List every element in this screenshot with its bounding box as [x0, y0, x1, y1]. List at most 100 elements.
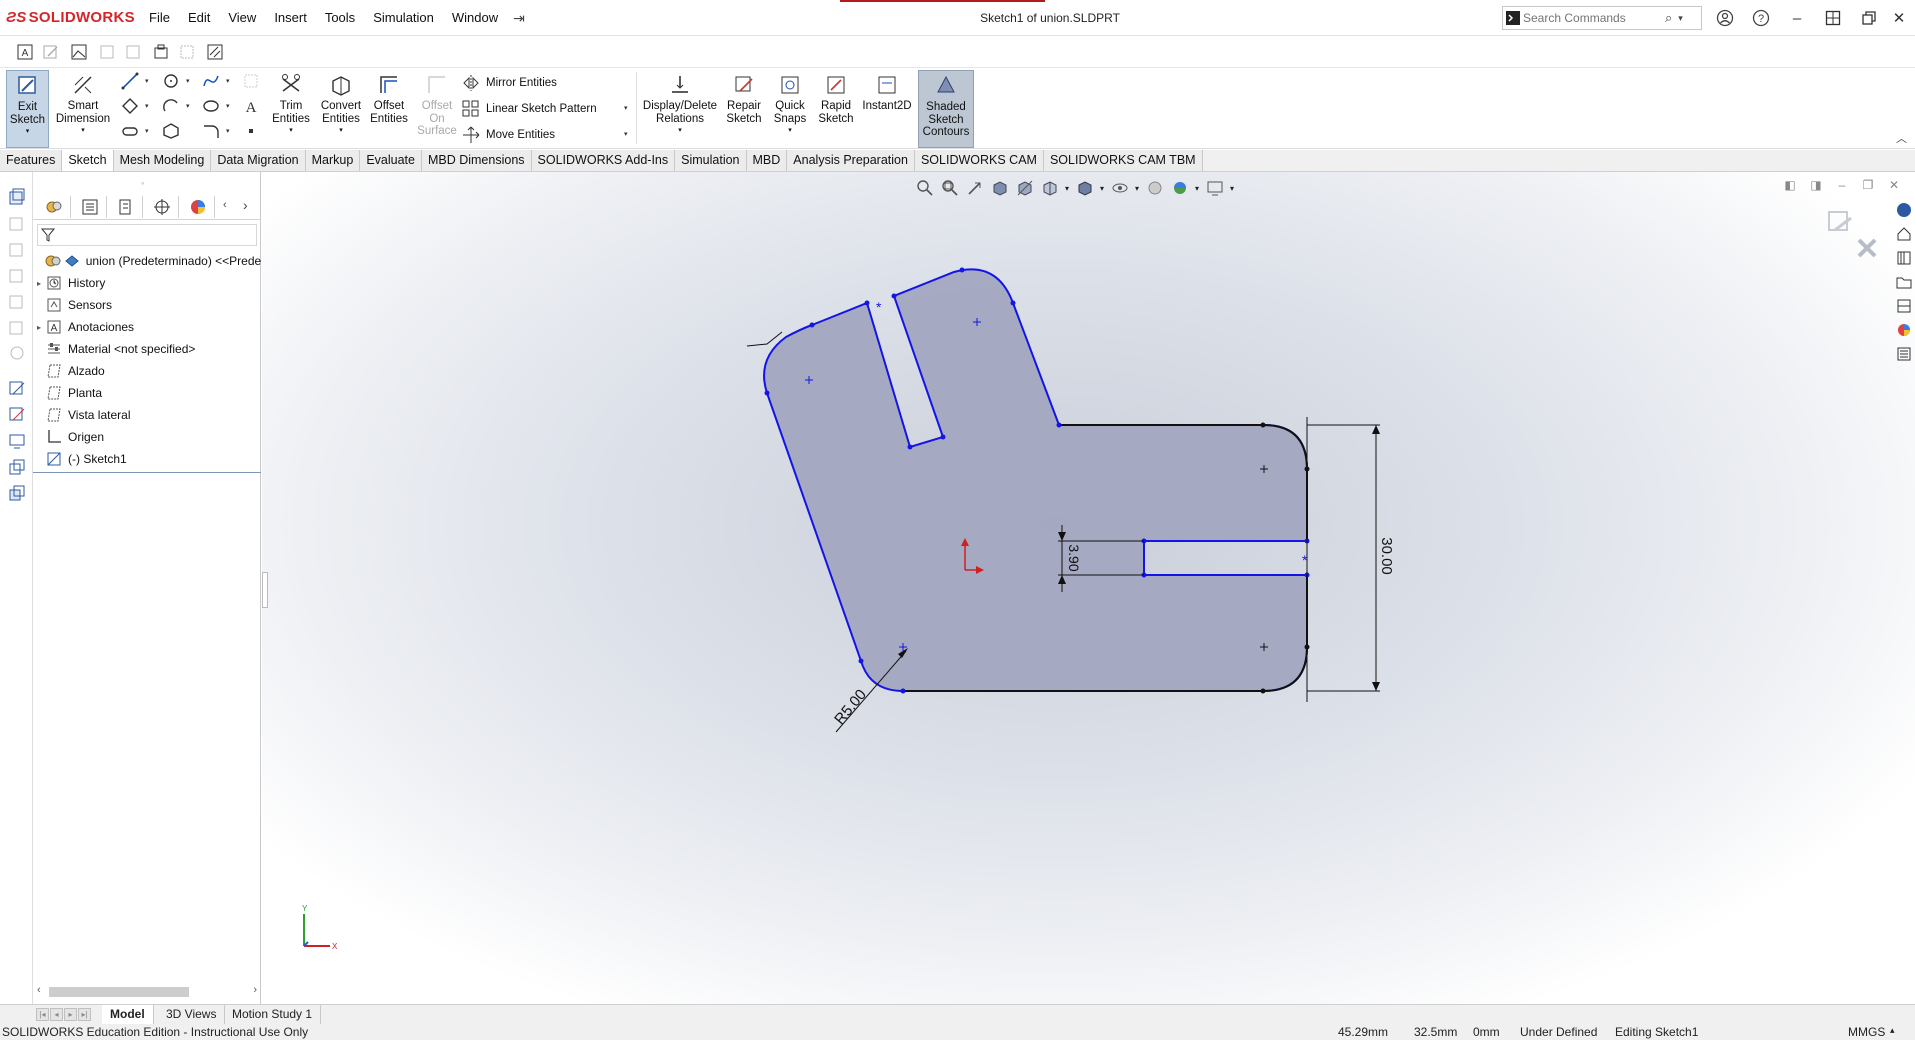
- sketch-pane-icon[interactable]: [6, 378, 28, 400]
- tree-item-front-plane[interactable]: Alzado: [33, 360, 261, 382]
- tab-mbd[interactable]: MBD: [746, 150, 788, 171]
- tab-evaluate[interactable]: Evaluate: [360, 150, 422, 171]
- feature-tree-filter[interactable]: [37, 224, 257, 246]
- dimension-radius-text[interactable]: R5.00: [831, 686, 870, 728]
- new-part-icon[interactable]: [6, 186, 28, 208]
- unit-system[interactable]: MMGS: [1848, 1025, 1885, 1039]
- tab-motion-study-1[interactable]: Motion Study 1: [224, 1005, 322, 1024]
- sketch-canvas[interactable]: * * 30.00 3.90 R5.00: [262, 172, 1915, 1010]
- tree-root-part[interactable]: union (Predeterminado) <<Prede: [33, 250, 261, 272]
- slot-dropdown-icon[interactable]: ▾: [145, 127, 149, 135]
- feature-tree-tab-icon[interactable]: [37, 196, 71, 218]
- minimize-icon[interactable]: –: [1784, 6, 1810, 30]
- line-dropdown-icon[interactable]: ▾: [145, 77, 149, 85]
- insert-part-icon[interactable]: [6, 264, 28, 286]
- expand-icon[interactable]: ▸: [33, 279, 45, 288]
- tab-mbd-dimensions[interactable]: MBD Dimensions: [421, 150, 532, 171]
- move-entities-button[interactable]: Move Entities: [462, 123, 555, 147]
- tab-solidworks-cam[interactable]: SOLIDWORKS CAM: [914, 150, 1044, 171]
- offset-on-surface-button[interactable]: Offset On Surface: [414, 70, 460, 148]
- rollback-bar[interactable]: [33, 472, 261, 473]
- tile-windows-icon[interactable]: [1820, 6, 1846, 30]
- display-delete-relations-button[interactable]: Display/Delete Relations ▾: [640, 70, 720, 148]
- fillet-dropdown-icon[interactable]: ▾: [226, 127, 230, 135]
- tab-analysis-preparation[interactable]: Analysis Preparation: [787, 150, 915, 171]
- tab-scroll-left-icon[interactable]: ‹: [223, 199, 227, 211]
- sketch-profile[interactable]: [763, 268, 1308, 692]
- polygon-icon[interactable]: [160, 120, 182, 142]
- menu-file[interactable]: File: [140, 0, 179, 36]
- user-icon[interactable]: [1712, 6, 1738, 30]
- tree-item-origin[interactable]: Origen: [33, 426, 261, 448]
- instant2d-button[interactable]: Instant2D: [860, 70, 914, 148]
- help-icon[interactable]: ?: [1748, 6, 1774, 30]
- search-dropdown-icon[interactable]: ▾: [1678, 13, 1683, 24]
- search-commands[interactable]: ⌕ ▾: [1502, 6, 1702, 30]
- display-manager-tab-icon[interactable]: [181, 196, 215, 218]
- property-manager-tab-icon[interactable]: [73, 196, 107, 218]
- shell-icon[interactable]: [6, 290, 28, 312]
- tree-item-sketch1[interactable]: (-) Sketch1: [33, 448, 261, 470]
- tab-model[interactable]: Model: [102, 1005, 154, 1024]
- scroll-thumb[interactable]: [49, 987, 189, 997]
- expand-icon[interactable]: ▸: [33, 323, 45, 332]
- quick-snaps-button[interactable]: Quick Snaps ▾: [768, 70, 812, 148]
- linear-sketch-pattern-button[interactable]: Linear Sketch Pattern: [462, 97, 597, 121]
- point-icon[interactable]: [240, 120, 262, 142]
- tab-solidworks-cam-tbm[interactable]: SOLIDWORKS CAM TBM: [1043, 150, 1203, 171]
- first-tab-icon[interactable]: |◂: [36, 1008, 49, 1021]
- scroll-right-icon[interactable]: ›: [253, 984, 257, 996]
- trim-entities-button[interactable]: Trim Entities ▾: [268, 70, 314, 148]
- menu-tools[interactable]: Tools: [316, 0, 364, 36]
- close-icon[interactable]: ✕: [1886, 6, 1912, 30]
- sketch-slot[interactable]: [1143, 540, 1307, 576]
- dimension-slot-text[interactable]: 3.90: [1066, 544, 1082, 571]
- layers-icon[interactable]: [6, 456, 28, 478]
- tab-3d-views[interactable]: 3D Views: [158, 1005, 226, 1024]
- copy-sketch-icon[interactable]: [122, 41, 144, 63]
- slot-icon[interactable]: [119, 120, 141, 142]
- graphics-area[interactable]: ▾ ▾ ▾ ▾ ▾ ◧ ◨ – ❐ ✕ * * 30.00 3.90 R5.00…: [262, 172, 1915, 1010]
- dimension-height-text[interactable]: 30.00: [1378, 537, 1395, 575]
- tree-item-history[interactable]: ▸ History: [33, 272, 261, 294]
- menu-edit[interactable]: Edit: [179, 0, 219, 36]
- panel-grip-icon[interactable]: ◦: [141, 178, 144, 188]
- tab-simulation[interactable]: Simulation: [675, 150, 747, 171]
- tab-solidworks-add-ins[interactable]: SOLIDWORKS Add-Ins: [531, 150, 676, 171]
- dimension-height[interactable]: [1306, 417, 1380, 702]
- tab-mesh-modeling[interactable]: Mesh Modeling: [113, 150, 212, 171]
- tree-item-annotations[interactable]: ▸ A Anotaciones: [33, 316, 261, 338]
- exit-sketch-button[interactable]: Exit Sketch ▾: [6, 70, 49, 148]
- tree-item-material[interactable]: Material <not specified>: [33, 338, 261, 360]
- wrap-icon[interactable]: [6, 342, 28, 364]
- circle-icon[interactable]: [160, 70, 182, 92]
- spline-dropdown-icon[interactable]: ▾: [226, 77, 230, 85]
- tab-sketch[interactable]: Sketch: [62, 150, 114, 171]
- 3d-sketch-icon[interactable]: [96, 41, 118, 63]
- spline-icon[interactable]: [200, 70, 222, 92]
- text-icon[interactable]: A: [240, 95, 262, 117]
- scroll-left-icon[interactable]: ‹: [37, 984, 41, 996]
- feature-tree-scrollbar[interactable]: ‹ ›: [33, 984, 261, 1000]
- offset-entities-button[interactable]: Offset Entities: [366, 70, 412, 148]
- next-tab-icon[interactable]: ▸: [64, 1008, 77, 1021]
- sketch-picture-icon[interactable]: [68, 41, 90, 63]
- ellipse-icon[interactable]: [200, 95, 222, 117]
- menu-insert[interactable]: Insert: [265, 0, 316, 36]
- shaded-sketch-contours-button[interactable]: Shaded Sketch Contours: [918, 70, 974, 148]
- convert-entities-button[interactable]: Convert Entities ▾: [316, 70, 366, 148]
- smart-dimension-button[interactable]: Smart Dimension ▾: [54, 70, 112, 148]
- unit-system-dropdown-icon[interactable]: ▴: [1890, 1025, 1895, 1036]
- circle-dropdown-icon[interactable]: ▾: [186, 77, 190, 85]
- rapid-sketch-button[interactable]: Rapid Sketch: [814, 70, 858, 148]
- rectangle-icon[interactable]: [119, 95, 141, 117]
- solidworks-logo[interactable]: ƧS SOLIDWORKS: [6, 9, 135, 26]
- arc-dropdown-icon[interactable]: ▾: [186, 102, 190, 110]
- restore-icon[interactable]: [1856, 6, 1882, 30]
- block-icon[interactable]: [150, 41, 172, 63]
- move-dropdown-icon[interactable]: ▾: [624, 130, 628, 138]
- fillet-icon[interactable]: [200, 120, 222, 142]
- configurations-icon[interactable]: [6, 482, 28, 504]
- repair-sketch-button[interactable]: Repair Sketch: [722, 70, 766, 148]
- tab-scroll-right-icon[interactable]: ›: [243, 197, 248, 213]
